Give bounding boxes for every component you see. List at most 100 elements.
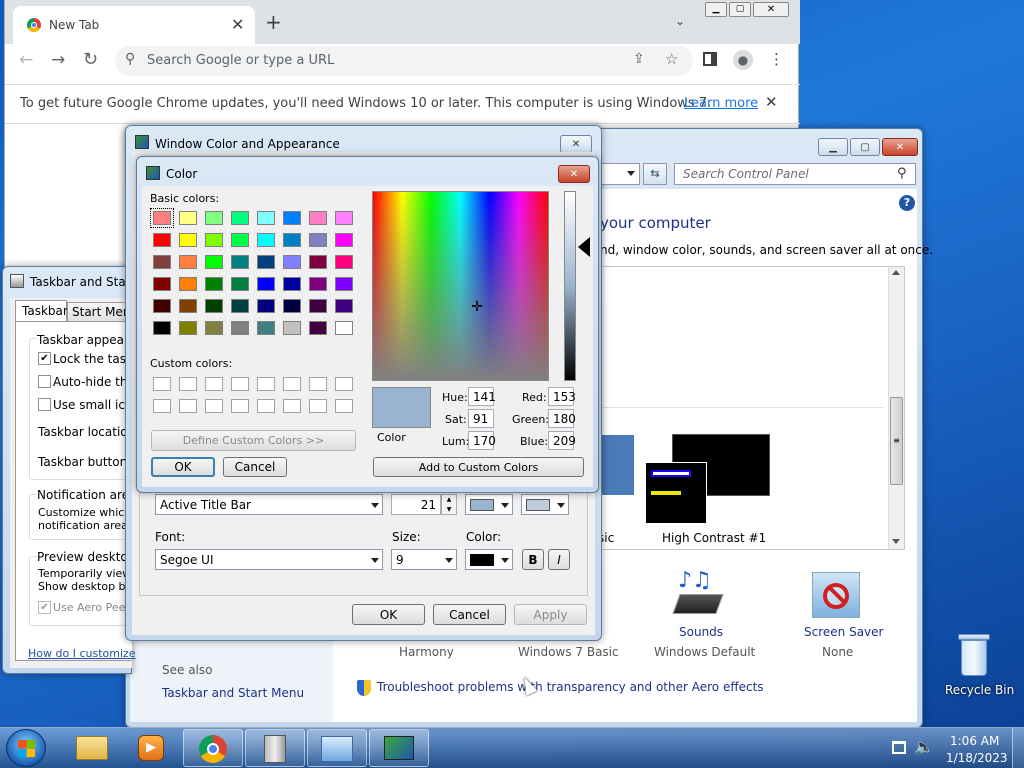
basic-color-swatch[interactable] — [335, 211, 353, 225]
small-icons-checkbox[interactable] — [38, 398, 51, 411]
luminance-arrow-icon[interactable] — [578, 237, 590, 257]
lock-taskbar-checkbox[interactable]: ✔ — [38, 352, 51, 365]
taskbar-taskbar-props[interactable] — [245, 729, 305, 767]
custom-color-swatch[interactable] — [231, 399, 249, 413]
show-desktop-button[interactable] — [1012, 728, 1024, 768]
basic-theme-preview[interactable] — [598, 435, 634, 495]
item-combo[interactable]: Active Title Bar — [155, 494, 383, 515]
wca-cancel-button[interactable]: Cancel — [433, 604, 506, 625]
basic-color-swatch[interactable] — [153, 321, 171, 335]
italic-button[interactable]: I — [548, 549, 570, 570]
autohide-checkbox[interactable] — [38, 375, 51, 388]
basic-color-swatch[interactable] — [257, 321, 275, 335]
sat-field[interactable]: 91 — [468, 409, 494, 428]
basic-color-swatch[interactable] — [205, 255, 223, 269]
basic-color-swatch[interactable] — [179, 211, 197, 225]
item-size-field[interactable]: 21 — [391, 494, 441, 515]
basic-color-swatch[interactable] — [257, 299, 275, 313]
basic-color-swatch[interactable] — [179, 277, 197, 291]
size-spinner[interactable]: ▲ ▼ — [441, 494, 457, 515]
basic-color-swatch[interactable] — [257, 233, 275, 247]
add-to-custom-colors-button[interactable]: Add to Custom Colors — [373, 457, 584, 477]
color-cancel-button[interactable]: Cancel — [223, 457, 287, 477]
network-icon[interactable] — [892, 741, 906, 754]
basic-color-swatch[interactable] — [179, 233, 197, 247]
cp-search-box[interactable]: Search Control Panel ⚲ — [674, 163, 916, 185]
cp-maximize-button[interactable]: ▢ — [850, 138, 880, 156]
chrome-minimize-button[interactable]: ▁ — [705, 2, 727, 17]
clock-time[interactable]: 1:06 AM — [950, 734, 999, 748]
basic-color-swatch[interactable] — [231, 233, 249, 247]
aero-peek-checkbox[interactable]: ✔ — [38, 601, 51, 614]
wca-close-button[interactable]: ✕ — [560, 135, 592, 153]
basic-color-swatch[interactable] — [257, 255, 275, 269]
basic-color-swatch[interactable] — [309, 299, 327, 313]
basic-color-swatch[interactable] — [205, 277, 223, 291]
cp-close-button[interactable]: ✕ — [882, 138, 918, 156]
start-button[interactable] — [6, 729, 46, 767]
bookmark-star-icon[interactable]: ☆ — [665, 50, 678, 68]
tab-taskbar[interactable]: Taskbar — [15, 300, 68, 322]
custom-color-swatch[interactable] — [257, 399, 275, 413]
share-icon[interactable]: ⇪ — [633, 51, 645, 67]
basic-color-swatch[interactable] — [153, 255, 171, 269]
bold-button[interactable]: B — [522, 549, 544, 570]
basic-color-swatch[interactable] — [309, 255, 327, 269]
color-ok-button[interactable]: OK — [151, 457, 215, 477]
wca-apply-button[interactable]: Apply — [514, 604, 587, 625]
close-icon[interactable]: ✕ — [231, 15, 244, 34]
reload-icon[interactable]: ↻ — [83, 49, 98, 70]
basic-color-swatch[interactable] — [231, 277, 249, 291]
recycle-bin-icon[interactable] — [956, 632, 992, 678]
luminance-bar[interactable] — [564, 191, 576, 381]
help-icon[interactable]: ? — [899, 195, 915, 211]
chrome-close-button[interactable]: ✕ — [753, 2, 789, 17]
taskbar-control-panel[interactable] — [307, 729, 367, 767]
color1-picker[interactable] — [465, 494, 513, 515]
basic-color-swatch[interactable] — [309, 211, 327, 225]
basic-color-swatch[interactable] — [179, 255, 197, 269]
custom-color-swatch[interactable] — [231, 377, 249, 391]
scroll-down-icon[interactable] — [892, 539, 900, 544]
basic-color-swatch[interactable] — [309, 233, 327, 247]
basic-color-swatch[interactable] — [283, 321, 301, 335]
infobar-close-icon[interactable]: ✕ — [765, 93, 778, 111]
hue-field[interactable]: 141 — [468, 387, 496, 406]
wca-ok-button[interactable]: OK — [352, 604, 425, 625]
basic-color-swatch[interactable] — [283, 233, 301, 247]
font-color-picker[interactable] — [465, 549, 513, 570]
learn-more-link[interactable]: Learn more — [684, 96, 758, 111]
custom-color-swatch[interactable] — [179, 399, 197, 413]
cp-minimize-button[interactable]: ▁ — [818, 138, 848, 156]
basic-color-swatch[interactable] — [309, 277, 327, 291]
custom-color-swatch[interactable] — [335, 377, 353, 391]
basic-color-swatch[interactable] — [335, 233, 353, 247]
chrome-tab[interactable]: New Tab ✕ — [13, 6, 255, 44]
basic-color-swatch[interactable] — [205, 299, 223, 313]
custom-color-swatch[interactable] — [205, 399, 223, 413]
sounds-icon[interactable]: ♪♫ — [672, 568, 724, 620]
basic-color-swatch[interactable] — [179, 321, 197, 335]
basic-color-swatch[interactable] — [153, 277, 171, 291]
basic-color-swatch[interactable] — [179, 299, 197, 313]
forward-icon[interactable]: → — [51, 50, 65, 70]
basic-color-swatch[interactable] — [335, 321, 353, 335]
custom-color-swatch[interactable] — [205, 377, 223, 391]
sounds-link[interactable]: Sounds — [679, 625, 723, 639]
profile-icon[interactable]: ● — [733, 50, 753, 70]
volume-icon[interactable]: 🔈 — [914, 737, 934, 756]
howto-link[interactable]: How do I customize — [28, 647, 136, 660]
basic-color-swatch[interactable] — [283, 211, 301, 225]
cp-address-dropdown[interactable] — [600, 163, 640, 185]
basic-color-swatch[interactable] — [257, 277, 275, 291]
custom-color-swatch[interactable] — [309, 377, 327, 391]
basic-color-swatch[interactable] — [205, 321, 223, 335]
custom-color-swatch[interactable] — [179, 377, 197, 391]
basic-color-swatch[interactable] — [205, 211, 223, 225]
basic-color-swatch[interactable] — [205, 233, 223, 247]
basic-color-swatch[interactable] — [231, 255, 249, 269]
taskbar-media-player[interactable]: ▶ — [122, 729, 182, 767]
tab-search-icon[interactable]: ⌄ — [675, 14, 685, 28]
font-combo[interactable]: Segoe UI — [155, 549, 383, 570]
basic-color-swatch[interactable] — [153, 233, 171, 247]
